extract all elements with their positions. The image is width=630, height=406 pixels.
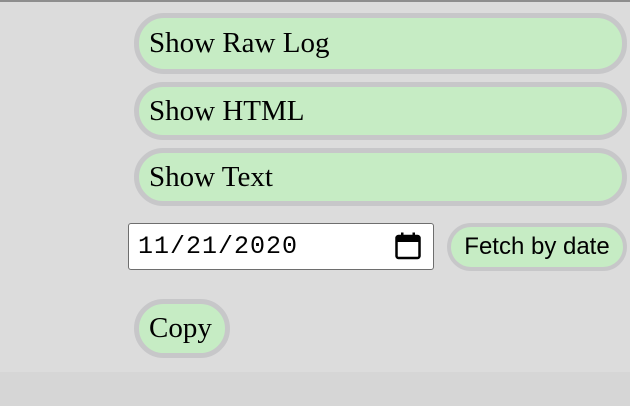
copy-button[interactable]: Copy [134, 299, 230, 358]
show-html-button[interactable]: Show HTML [134, 82, 627, 140]
top-border [0, 0, 630, 6]
fetch-by-date-button[interactable]: Fetch by date [447, 223, 627, 271]
date-value[interactable]: 11/21/2020 [138, 232, 298, 261]
show-raw-log-button[interactable]: Show Raw Log [134, 13, 627, 74]
date-input[interactable]: 11/21/2020 [128, 223, 434, 270]
show-text-button[interactable]: Show Text [134, 148, 627, 206]
calendar-icon[interactable] [395, 232, 421, 260]
footer-band [0, 372, 630, 406]
